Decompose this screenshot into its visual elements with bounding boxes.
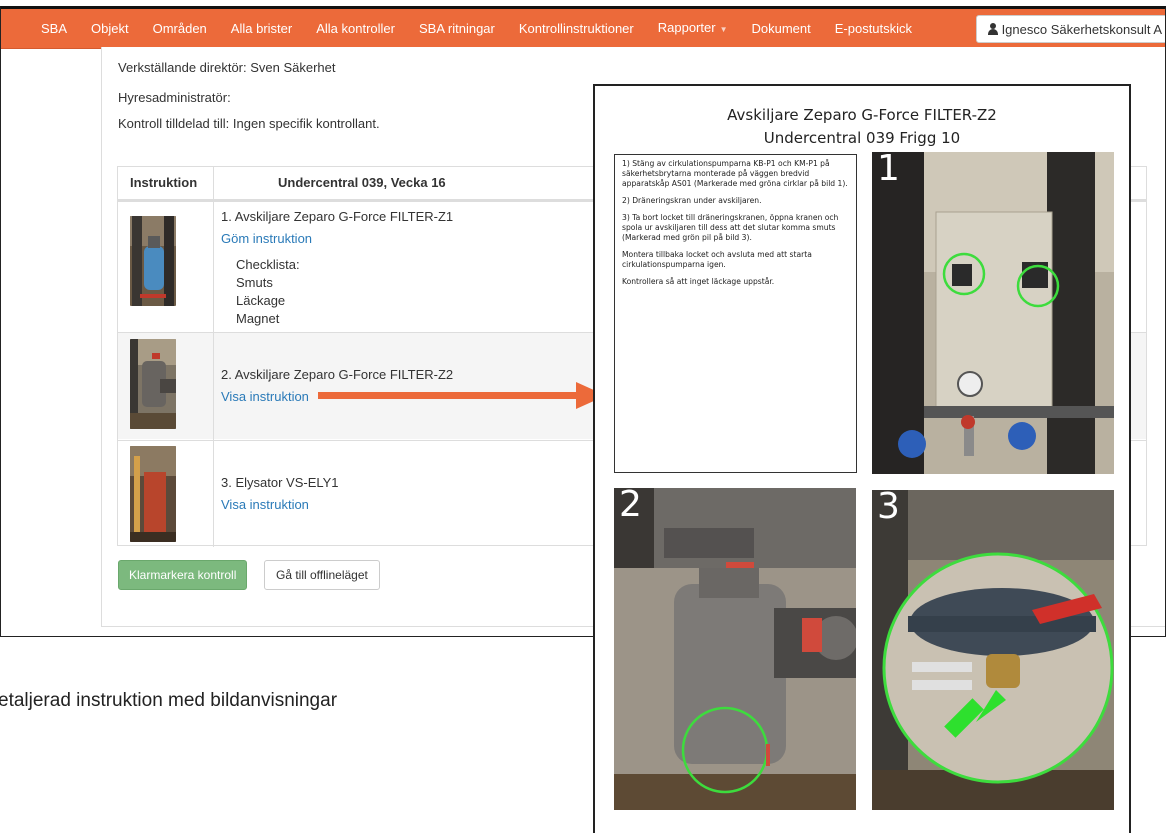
row-title: 3. Elysator VS-ELY1 (221, 475, 339, 490)
photo-2: 2 (614, 488, 856, 810)
nav-rapporter[interactable]: Rapporter ▼ (646, 9, 740, 50)
show-instruction-link[interactable]: Visa instruktion (221, 497, 309, 512)
user-name: Ignesco Säkerhetskonsult A (1001, 21, 1162, 37)
top-navbar: SBA Objekt Områden Alla brister Alla kon… (1, 9, 1165, 49)
doc-step: 3) Ta bort locket till dräneringskranen,… (622, 213, 839, 242)
doc-subtitle: Undercentral 039 Frigg 10 (763, 129, 961, 147)
user-icon (987, 23, 999, 35)
col-header-instruction: Instruktion (130, 175, 198, 190)
ceo-info: Verkställande direktör: Sven Säkerhet (118, 60, 336, 75)
photo-3: 3 (872, 490, 1114, 810)
photo-label: 1 (877, 152, 900, 189)
col-header-title: Undercentral 039, Vecka 16 (278, 175, 446, 190)
doc-step: 1) Stäng av cirkulationspumparna KB-P1 o… (622, 159, 848, 188)
checklist-title: Checklista: (236, 257, 300, 272)
thumbnail-filter-z2[interactable] (130, 339, 176, 429)
row-title: 2. Avskiljare Zeparo G-Force FILTER-Z2 (221, 367, 454, 382)
nav-rapporter-label: Rapporter (657, 19, 716, 35)
assigned-info: Kontroll tilldelad till: Ingen specifik … (118, 116, 380, 131)
photo-label: 3 (877, 490, 900, 527)
instruction-document: Avskiljare Zeparo G-Force FILTER-Z2 Unde… (593, 84, 1131, 833)
caret-down-icon: ▼ (719, 24, 728, 34)
photo-1: 1 (872, 152, 1114, 474)
photo-label: 2 (619, 488, 642, 525)
doc-step: 2) Dräneringskran under avskiljaren. (622, 196, 762, 205)
checklist-item: Smuts (236, 275, 273, 290)
nav-e-postutskick[interactable]: E-postutskick (823, 9, 924, 49)
nav-sba-ritningar[interactable]: SBA ritningar (407, 9, 507, 49)
nav-dokument[interactable]: Dokument (739, 9, 822, 49)
thumbnail-filter-z1[interactable] (130, 216, 176, 306)
doc-title: Avskiljare Zeparo G-Force FILTER-Z2 (727, 106, 997, 124)
user-menu-button[interactable]: Ignesco Säkerhetskonsult A (975, 15, 1165, 43)
doc-step: Kontrollera så att inget läckage uppstår… (622, 277, 775, 286)
checklist-item: Magnet (236, 311, 280, 326)
nav-omraden[interactable]: Områden (141, 9, 219, 49)
slide-caption: etaljerad instruktion med bildanvisninga… (0, 690, 338, 711)
doc-step: Montera tillbaka locket och avsluta med … (622, 250, 812, 269)
nav-objekt[interactable]: Objekt (79, 9, 141, 49)
nav-kontrollinstruktioner[interactable]: Kontrollinstruktioner (507, 9, 646, 49)
nav-alla-brister[interactable]: Alla brister (219, 9, 304, 49)
pointer-arrow-icon (318, 382, 606, 409)
doc-steps-box: 1) Stäng av cirkulationspumparna KB-P1 o… (614, 154, 857, 473)
row-title: 1. Avskiljare Zeparo G-Force FILTER-Z1 (221, 209, 454, 224)
thumbnail-elysator[interactable] (130, 446, 176, 542)
checklist-item: Läckage (236, 293, 286, 308)
nav-brand[interactable]: SBA (1, 9, 79, 49)
go-offline-button[interactable]: Gå till offlineläget (264, 560, 380, 590)
nav-alla-kontroller[interactable]: Alla kontroller (304, 9, 407, 49)
hide-instruction-link[interactable]: Göm instruktion (221, 231, 312, 246)
show-instruction-link[interactable]: Visa instruktion (221, 389, 309, 404)
admin-info: Hyresadministratör: (118, 90, 231, 105)
mark-complete-button[interactable]: Klarmarkera kontroll (118, 560, 248, 590)
